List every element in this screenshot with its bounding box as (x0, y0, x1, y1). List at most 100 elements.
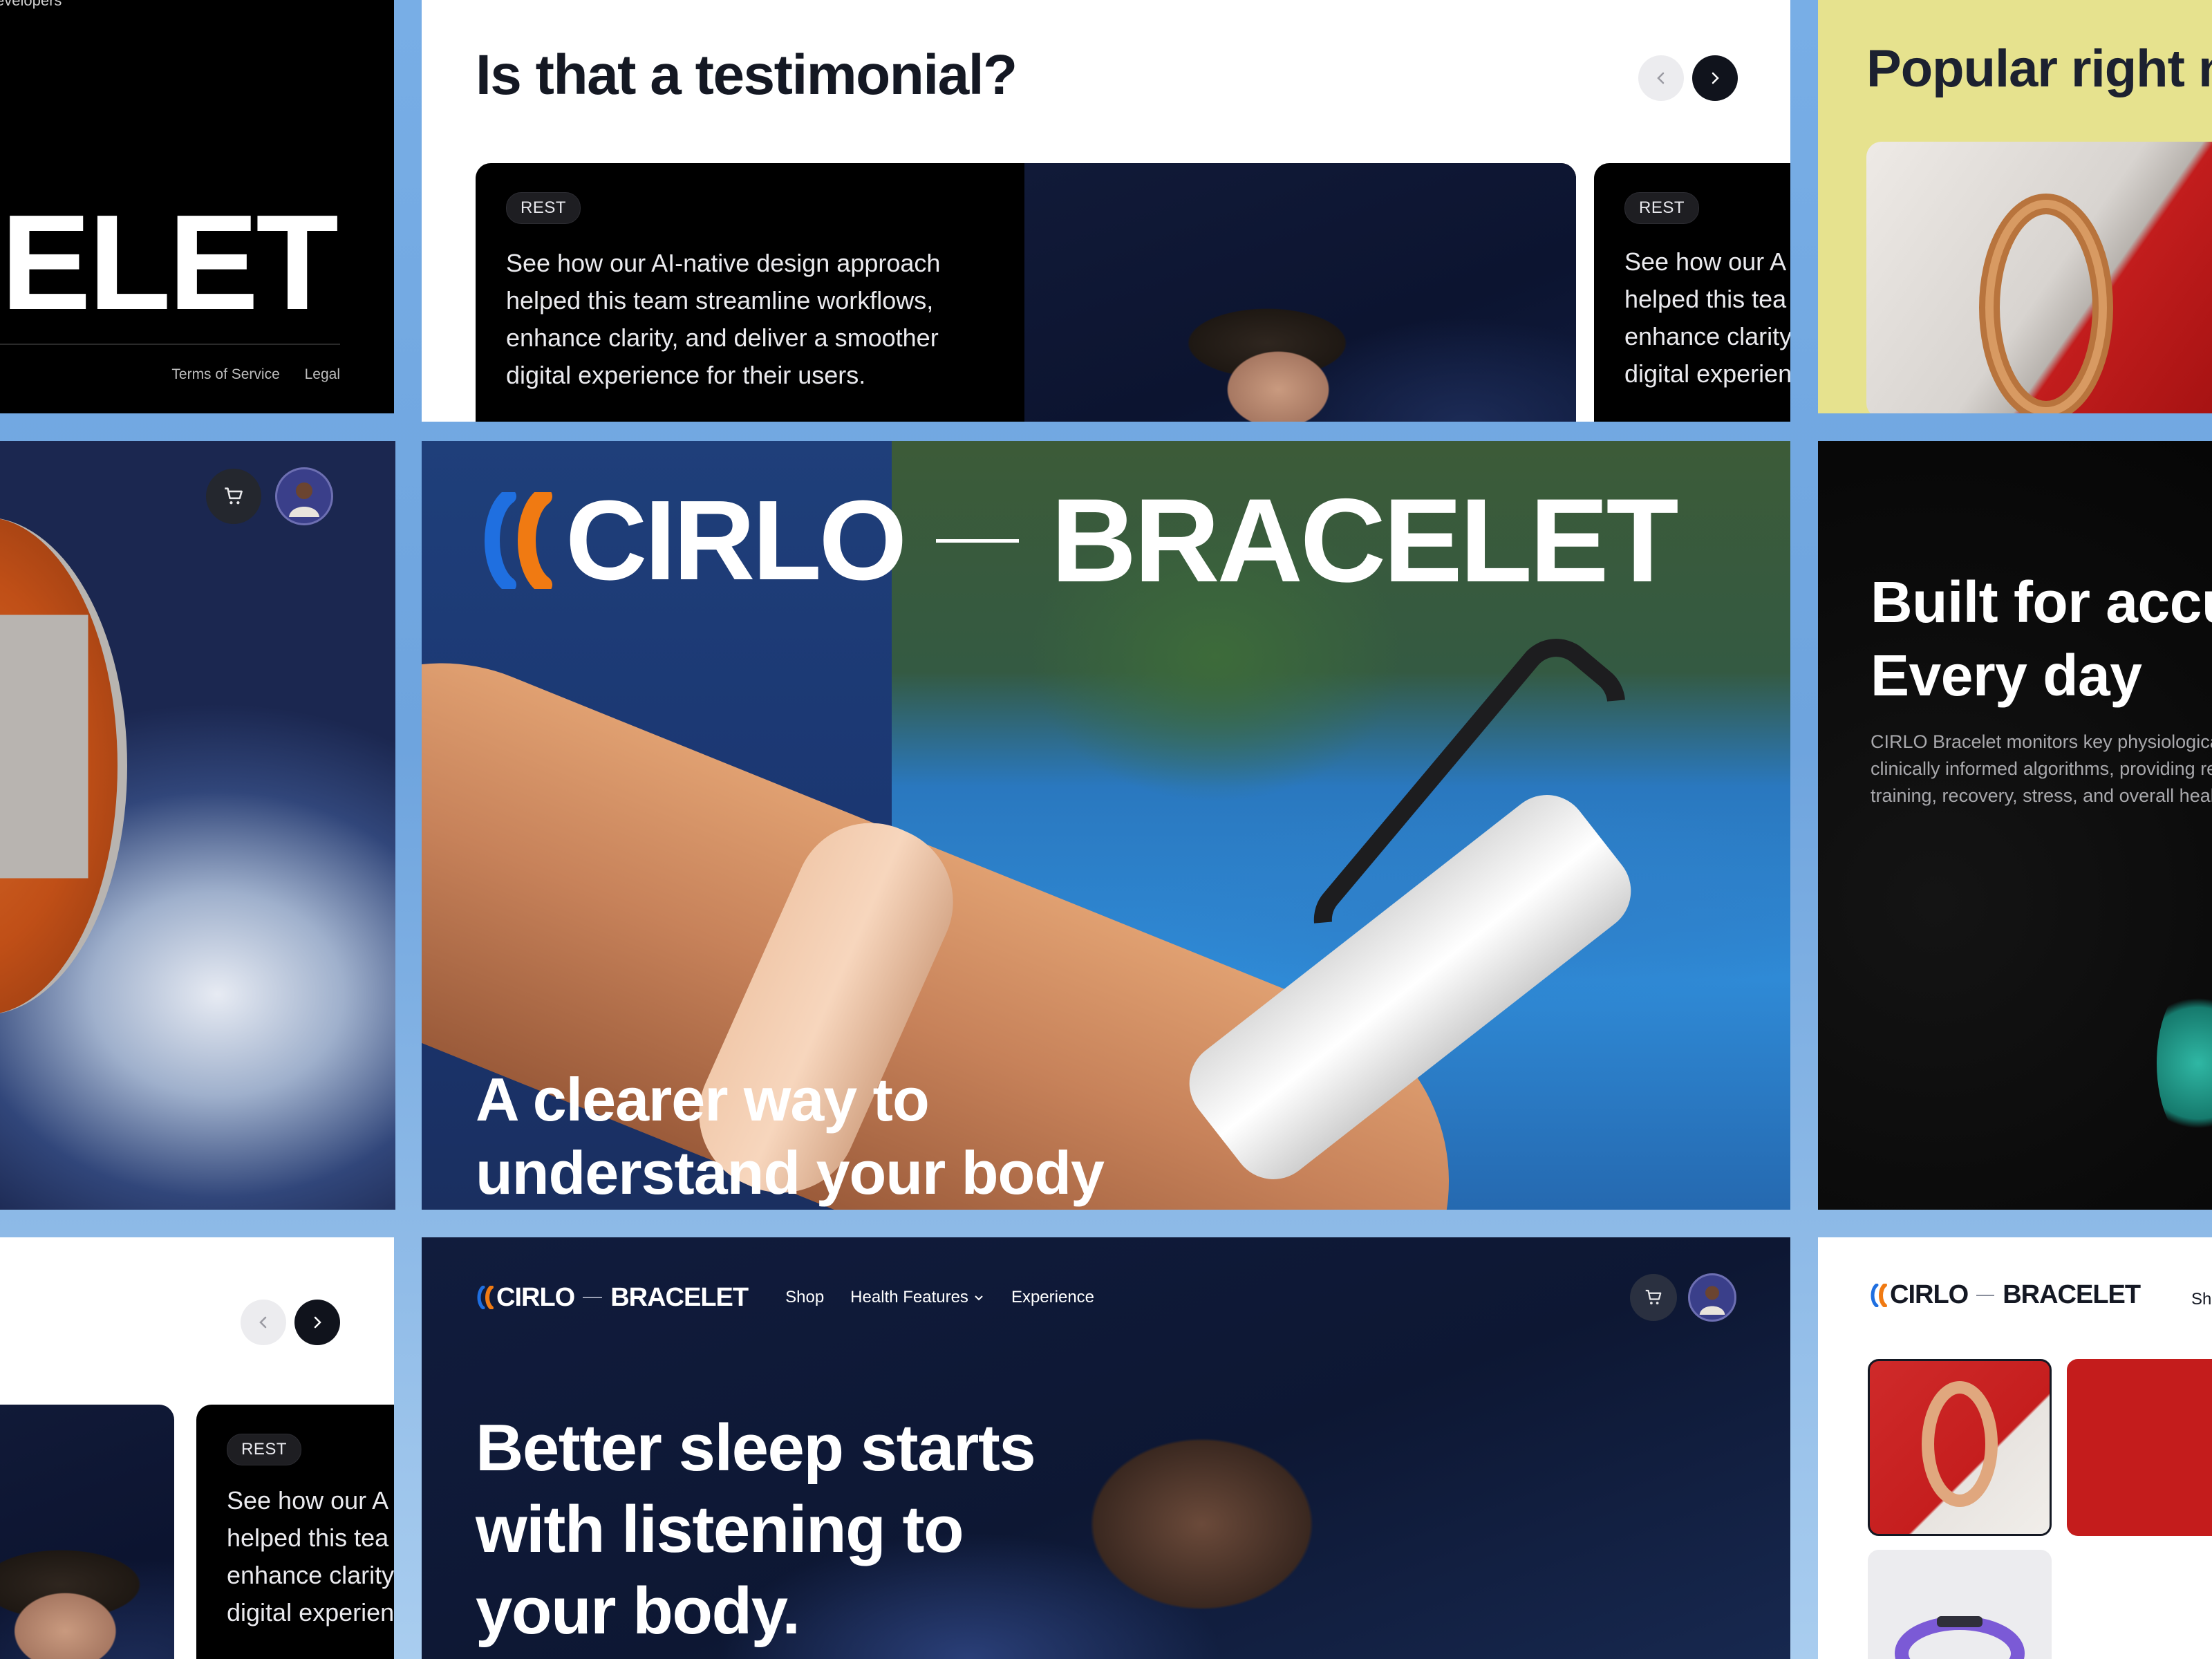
footer-panel: evelopers CELET Terms of Service Legal (0, 0, 394, 413)
brand-name: CIRLO (1890, 1280, 1969, 1309)
chevron-left-icon (1657, 72, 1665, 84)
heading-line: Every day (1871, 643, 2142, 708)
card-photo (1024, 163, 1576, 422)
brand-dash (583, 1297, 603, 1298)
headline-line: with listening to (476, 1492, 964, 1566)
nav-shop[interactable]: Shop (785, 1288, 824, 1307)
brand-dash (1976, 1294, 1995, 1296)
card-tag: REST (506, 192, 581, 224)
testimonial-card[interactable]: REST See how our A helped this tea enhan… (1594, 163, 1790, 422)
quote-line: See how our AI-native design approach (506, 249, 941, 277)
quote-line: digital experien (227, 1598, 394, 1627)
teal-product-glow (2157, 980, 2212, 1146)
brand-logo[interactable]: CIRLO BRACELET (1869, 1280, 2141, 1310)
bracelet-closeup-image (0, 517, 127, 1015)
quote-line: helped this tea (227, 1524, 389, 1552)
brand-logo[interactable]: CIRLO BRACELET (476, 1282, 749, 1313)
quote-line: See how our A (1624, 247, 1787, 276)
quote-line: See how our A (227, 1486, 389, 1515)
brand-name: CIRLO (496, 1282, 575, 1312)
brand-product: BRACELET (610, 1282, 749, 1312)
cart-icon (1645, 1289, 1662, 1304)
cart-button[interactable] (206, 469, 261, 524)
footer-links: Terms of Service Legal (151, 366, 340, 383)
avatar-person-icon (1699, 1286, 1725, 1315)
chevron-down-icon (975, 1295, 983, 1301)
tagline-line: A clearer way to (476, 1065, 930, 1134)
chevron-left-icon (259, 1316, 267, 1329)
paragraph-line: CIRLO Bracelet monitors key physiologica… (1871, 731, 2212, 752)
paragraph-line: training, recovery, stress, and overall … (1871, 785, 2212, 806)
nav-experience[interactable]: Experience (1011, 1288, 1094, 1307)
legal-link[interactable]: Legal (305, 366, 340, 382)
hero-brand-product: BRACELET (1051, 474, 1678, 607)
nav-health-features-label: Health Features (850, 1288, 968, 1306)
product-thumbnail[interactable] (2067, 1359, 2212, 1536)
cirlo-logo-icon (477, 1286, 494, 1309)
bracelet-ring-image (1979, 194, 2113, 413)
cart-icon (225, 487, 243, 505)
bracelet-ring-image (1922, 1381, 1998, 1507)
testimonial-card-photo[interactable] (0, 1405, 174, 1659)
quote-line: helped this team streamline workflows, (506, 286, 934, 315)
testimonial-card[interactable]: REST See how our AI-native design approa… (476, 163, 1576, 422)
carousel-prev-button[interactable] (1638, 55, 1684, 101)
carousel-prev-button[interactable] (241, 1300, 286, 1345)
hero-tagline: A clearer way to understand your body (476, 1063, 1105, 1210)
product-thumbnail[interactable] (1868, 1550, 2052, 1659)
cart-button[interactable] (1630, 1274, 1677, 1321)
card-quote: See how our AI-native design approach he… (506, 245, 940, 394)
quote-line: enhance clarity (1624, 322, 1790, 350)
card-tag: REST (227, 1434, 302, 1465)
terms-link[interactable]: Terms of Service (171, 366, 279, 382)
accuracy-paragraph: CIRLO Bracelet monitors key physiologica… (1871, 729, 2212, 809)
heading-line: Built for accu (1871, 570, 2212, 635)
top-navigation: CIRLO BRACELET Shop Health Features Expe… (476, 1273, 1736, 1322)
footer-top-label: evelopers (0, 0, 62, 9)
chevron-right-icon (314, 1316, 321, 1329)
bracelet-purple-image (1895, 1616, 2025, 1659)
avatar[interactable] (1688, 1273, 1736, 1322)
product-closeup-panel (0, 441, 395, 1210)
popular-panel: Popular right n (1818, 0, 2212, 413)
headline-line: Better sleep starts (476, 1411, 1036, 1485)
carousel-next-button[interactable] (294, 1300, 340, 1345)
quote-line: enhance clarity, and deliver a smoother (506, 324, 939, 352)
hero-panel: CIRLO BRACELET A clearer way to understa… (422, 441, 1790, 1210)
nav-health-features[interactable]: Health Features (850, 1288, 985, 1307)
footer-brand-wordmark: CELET (0, 187, 339, 338)
product-photo[interactable] (1866, 142, 2212, 413)
testimonial-heading: Is that a testimonial? (476, 44, 1018, 106)
quote-line: digital experience for their users. (506, 361, 866, 389)
testimonial-panel: Is that a testimonial? REST See how our … (422, 0, 1790, 422)
testimonial-panel-partial: REST See how our A helped this tea enhan… (0, 1237, 394, 1659)
shop-panel: CIRLO BRACELET Sh (1818, 1237, 2212, 1659)
quote-line: digital experien (1624, 359, 1790, 388)
card-tag: REST (1624, 192, 1700, 224)
footer-divider (0, 344, 340, 345)
hero-brand: CIRLO BRACELET (477, 474, 1679, 607)
cirlo-logo-icon (1871, 1283, 1887, 1307)
card-quote: See how our A helped this tea enhance cl… (227, 1482, 394, 1631)
quote-line: enhance clarity (227, 1561, 394, 1589)
nav-shop-partial[interactable]: Sh (2191, 1290, 2211, 1309)
paragraph-line: clinically informed algorithms, providin… (1871, 758, 2212, 779)
accuracy-heading: Built for accu Every day (1871, 565, 2212, 712)
avatar-person-icon (289, 482, 319, 517)
sleep-hero-panel: CIRLO BRACELET Shop Health Features Expe… (422, 1237, 1790, 1659)
avatar[interactable] (275, 467, 333, 525)
popular-heading: Popular right n (1866, 39, 2212, 98)
headline-line: your body. (476, 1574, 800, 1648)
quote-line: helped this tea (1624, 285, 1787, 313)
sleep-headline: Better sleep starts with listening to yo… (476, 1407, 1036, 1652)
brand-product: BRACELET (2003, 1280, 2141, 1309)
brand-dash (936, 538, 1020, 543)
cirlo-logo-icon (485, 492, 552, 589)
chevron-right-icon (1712, 72, 1719, 84)
accuracy-panel: Built for accu Every day CIRLO Bracelet … (1818, 441, 2212, 1210)
tagline-line: understand your body (476, 1138, 1105, 1207)
product-thumbnail-selected[interactable] (1868, 1359, 2052, 1536)
testimonial-card[interactable]: REST See how our A helped this tea enhan… (196, 1405, 394, 1659)
carousel-next-button[interactable] (1692, 55, 1738, 101)
card-quote: See how our A helped this tea enhance cl… (1624, 243, 1790, 393)
